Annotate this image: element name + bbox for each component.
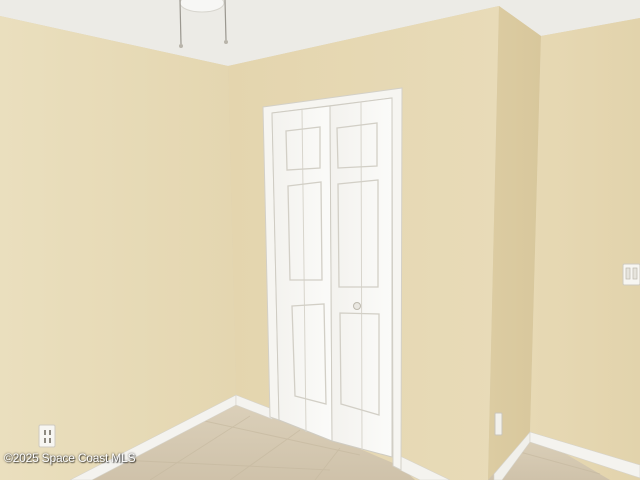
room-photo: ©2025 Space Coast MLS [0, 0, 640, 480]
wall-outlet [38, 424, 56, 448]
right-wall [530, 18, 640, 480]
wall-outlet [494, 412, 503, 436]
left-wall [0, 16, 236, 480]
watermark-text: ©2025 Space Coast MLS [4, 451, 136, 465]
door-knob [353, 302, 361, 310]
room-illustration [0, 0, 640, 480]
light-switch [622, 263, 640, 286]
closet-bifold-door [271, 97, 393, 458]
